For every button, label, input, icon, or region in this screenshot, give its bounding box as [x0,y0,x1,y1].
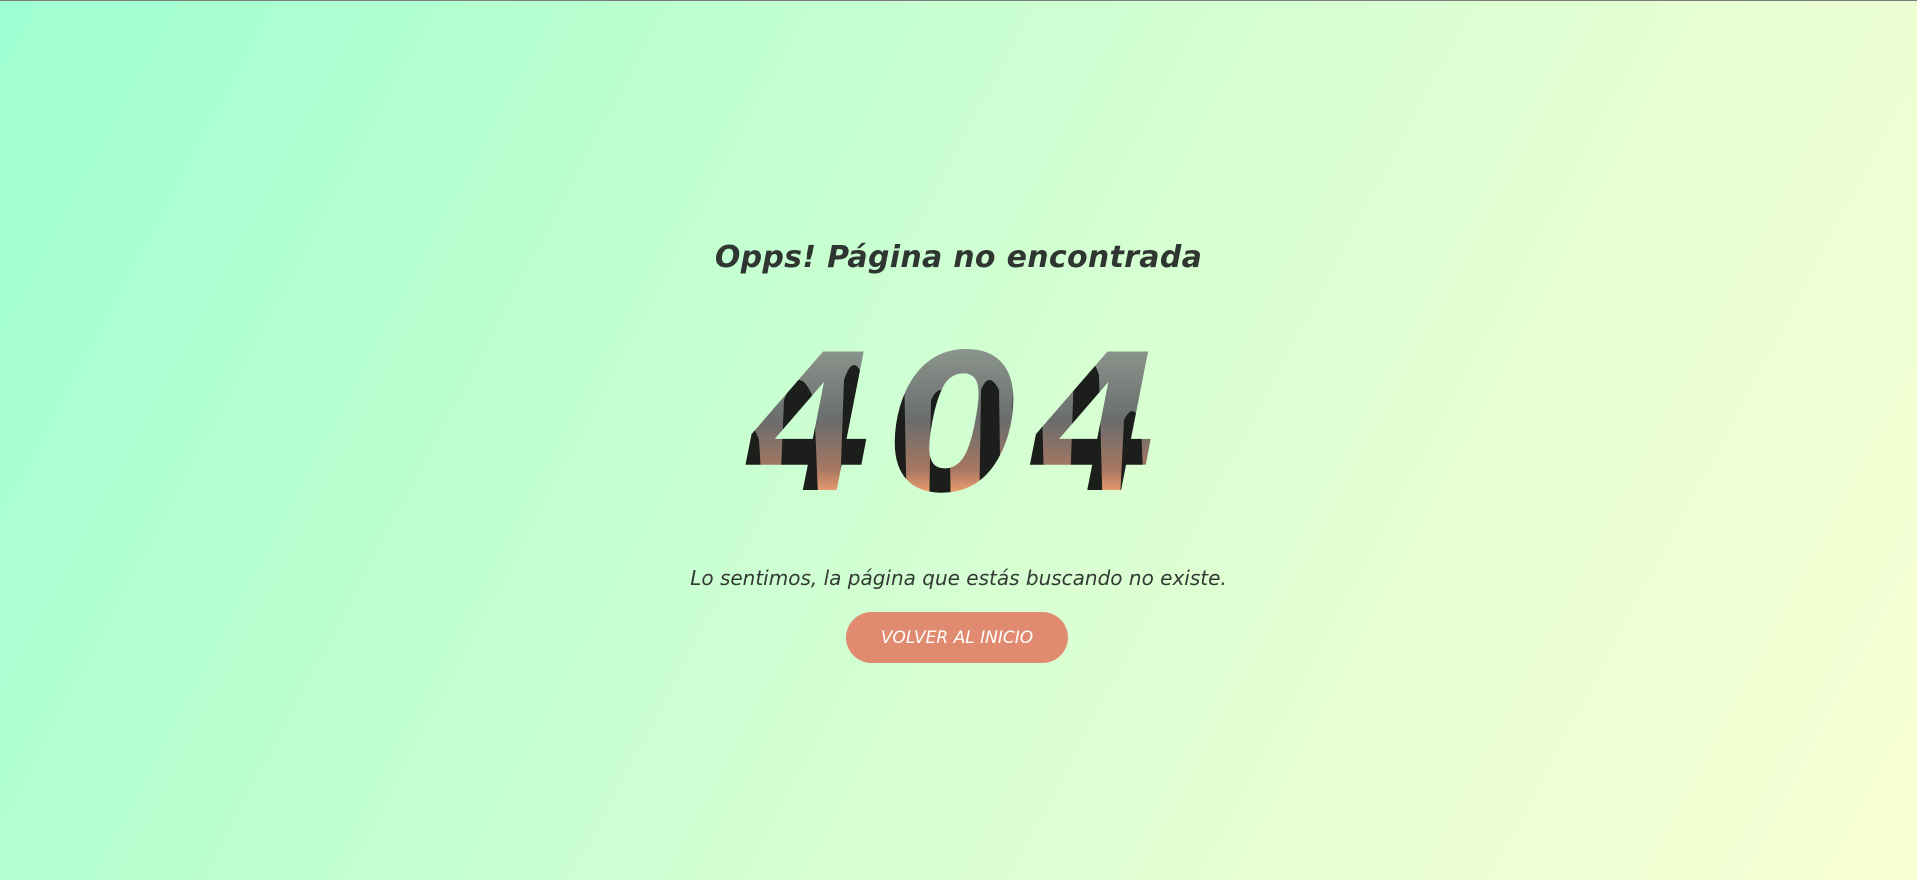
error-code-image: 404 [744,340,1172,520]
not-found-page: Opps! Página no encontrada 404 Lo sentim… [0,0,1917,880]
error-code-text: 404 [744,340,1172,520]
back-home-button[interactable]: VOLVER AL INICIO [846,612,1068,663]
page-title: Opps! Página no encontrada [714,240,1203,275]
error-message: Lo sentimos, la página que estás buscand… [690,566,1227,590]
error-code-graphic: 404 [0,340,1917,520]
